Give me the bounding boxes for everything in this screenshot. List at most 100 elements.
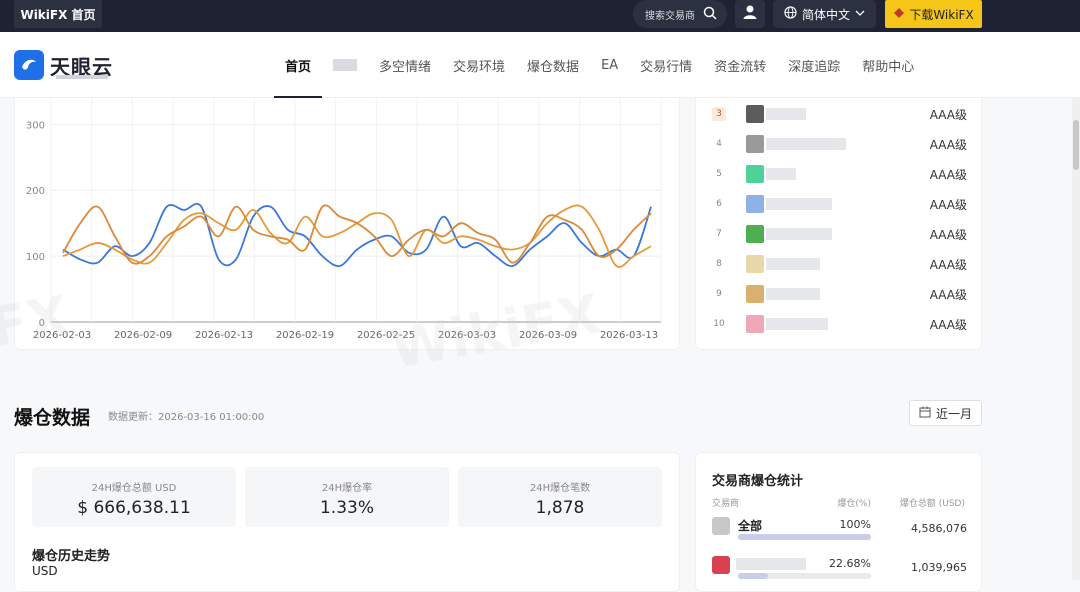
stat-label: 24H爆仓笔数 xyxy=(529,483,591,494)
language-label: 简体中文 xyxy=(801,7,850,22)
rank-number: 6 xyxy=(716,199,722,209)
liquidation-pct-bar-fill xyxy=(738,573,769,579)
user-button[interactable] xyxy=(735,0,765,28)
history-trend-title: 爆仓历史走势 xyxy=(32,549,111,564)
scrollbar-track[interactable] xyxy=(1072,98,1080,580)
broker-name-blurred xyxy=(736,558,806,570)
nav-item-5[interactable]: EA xyxy=(590,32,629,98)
ranking-row[interactable]: 5 AAA级 xyxy=(696,159,983,189)
ranking-row[interactable]: 9 AAA级 xyxy=(696,279,983,309)
broker-name-blurred xyxy=(766,168,796,180)
date-range-label: 近一月 xyxy=(935,406,972,421)
grid-icon xyxy=(712,517,730,535)
stat-value: 1.33% xyxy=(319,498,374,518)
y-tick-label: 200 xyxy=(26,186,45,197)
rank-number: 5 xyxy=(716,169,722,179)
calendar-icon xyxy=(919,406,931,421)
broker-name: 全部 xyxy=(738,519,763,533)
site-header: 天眼云 首页 多空情绪 交易环境 爆仓数据 EA 交易行情 资金流转 深度追踪 帮助中心 xyxy=(0,32,1080,98)
nav-item-9[interactable]: 帮助中心 xyxy=(851,32,925,98)
liquidation-pct-bar xyxy=(738,573,871,579)
broker-grade: AAA级 xyxy=(929,137,967,152)
stat-value: $ 666,638.11 xyxy=(77,498,191,518)
stat-label: 24H爆仓率 xyxy=(321,483,373,494)
broker-logo xyxy=(746,165,764,183)
search-input[interactable]: 搜索交易商 xyxy=(633,0,727,28)
liquidation-pct-bar xyxy=(738,534,871,540)
column-pct: 爆仓(%) xyxy=(837,499,871,509)
history-trend-unit: USD xyxy=(32,564,58,578)
nav-item-7[interactable]: 资金流转 xyxy=(703,32,777,98)
broker-grade: AAA级 xyxy=(929,287,967,302)
ranking-row[interactable]: 3 AAA级 xyxy=(696,99,983,129)
x-tick-label: 2026-02-19 xyxy=(276,330,334,341)
broker-logo xyxy=(746,105,764,123)
stat-liquidation-count: 24H爆仓笔数 1,878 xyxy=(458,467,662,527)
nav-item-3[interactable]: 交易环境 xyxy=(442,32,516,98)
broker-logo xyxy=(746,255,764,273)
user-icon xyxy=(742,4,758,24)
broker-name-blurred xyxy=(766,318,828,330)
series-line-1 xyxy=(62,204,652,268)
search-icon[interactable] xyxy=(703,6,717,23)
series-line-2 xyxy=(62,204,652,265)
scrollbar-thumb[interactable] xyxy=(1073,120,1079,170)
broker-name-blurred xyxy=(766,228,832,240)
globe-icon xyxy=(784,6,797,22)
stat-liquidation-rate: 24H爆仓率 1.33% xyxy=(245,467,449,527)
ranking-row[interactable]: 4 AAA级 xyxy=(696,129,983,159)
broker-grade: AAA级 xyxy=(929,317,967,332)
download-wikifx-button[interactable]: 下载WikiFX xyxy=(885,0,982,28)
broker-name-blurred xyxy=(766,198,832,210)
rank-number: 4 xyxy=(716,139,722,149)
ranking-row[interactable]: 8 AAA级 xyxy=(696,249,983,279)
liquidation-section-title: 爆仓数据 xyxy=(14,407,91,429)
broker-liquidation-card: 交易商爆仓统计 交易商 爆仓(%) 爆仓总额 (USD) 全部 100% 4,586… xyxy=(695,452,982,592)
download-label: 下载WikiFX xyxy=(909,7,974,22)
ranking-row[interactable]: 6 AAA级 xyxy=(696,189,983,219)
stat-total-amount: 24H爆仓总额 USD $ 666,638.11 xyxy=(32,467,236,527)
broker-grade: AAA级 xyxy=(929,167,967,182)
date-range-button[interactable]: 近一月 xyxy=(909,400,982,426)
nav-item-0[interactable]: 首页 xyxy=(274,32,323,98)
broker-grade: AAA级 xyxy=(929,107,967,122)
top-bar: WikiFX 首页 搜索交易商 简体中文 下载WikiFX xyxy=(0,0,1080,32)
liquidation-stats-card: 24H爆仓总额 USD $ 666,638.11 24H爆仓率 1.33% 24… xyxy=(14,452,680,592)
broker-name-blurred xyxy=(766,108,806,120)
broker-name-blurred xyxy=(766,138,846,150)
ranking-row[interactable]: 10 AAA级 xyxy=(696,309,983,339)
nav-item-1[interactable] xyxy=(322,32,368,98)
broker-logo xyxy=(746,135,764,153)
broker-grade: AAA级 xyxy=(929,227,967,242)
liquidation-amount: 1,039,965 xyxy=(911,561,967,574)
nav-item-2[interactable]: 多空情绪 xyxy=(368,32,442,98)
liquidation-pct-bar-fill xyxy=(738,534,871,540)
broker-grade: AAA级 xyxy=(929,257,967,272)
rank-number: 7 xyxy=(716,229,722,239)
nav-item-6[interactable]: 交易行情 xyxy=(629,32,703,98)
nav-item-8[interactable]: 深度追踪 xyxy=(777,32,851,98)
broker-logo xyxy=(746,315,764,333)
stat-value: 1,878 xyxy=(535,498,585,518)
language-selector[interactable]: 简体中文 xyxy=(773,0,876,28)
series-line-0 xyxy=(62,202,652,267)
column-broker: 交易商 xyxy=(712,499,740,509)
chevron-down-icon xyxy=(855,7,865,21)
nav-item-4[interactable]: 爆仓数据 xyxy=(516,32,590,98)
main-nav: 首页 多空情绪 交易环境 爆仓数据 EA 交易行情 资金流转 深度追踪 帮助中心 xyxy=(274,32,925,98)
nav-item-blurred xyxy=(333,59,358,71)
liquidation-amount: 4,586,076 xyxy=(911,522,967,535)
stat-label: 24H爆仓总额 USD xyxy=(91,483,177,494)
rank-number: 3 xyxy=(712,107,726,121)
broker-stats-title: 交易商爆仓统计 xyxy=(712,474,804,489)
liquidation-pct: 100% xyxy=(839,518,871,531)
eagle-logo-icon xyxy=(14,50,44,80)
y-tick-label: 100 xyxy=(26,252,45,263)
ranking-row[interactable]: 7 AAA级 xyxy=(696,219,983,249)
broker-logo xyxy=(746,195,764,213)
wikifx-home-button[interactable]: WikiFX 首页 xyxy=(14,0,102,28)
rank-number: 8 xyxy=(716,259,722,269)
liquidation-pct: 22.68% xyxy=(829,557,871,570)
broker-logo xyxy=(712,556,730,574)
broker-logo xyxy=(746,285,764,303)
